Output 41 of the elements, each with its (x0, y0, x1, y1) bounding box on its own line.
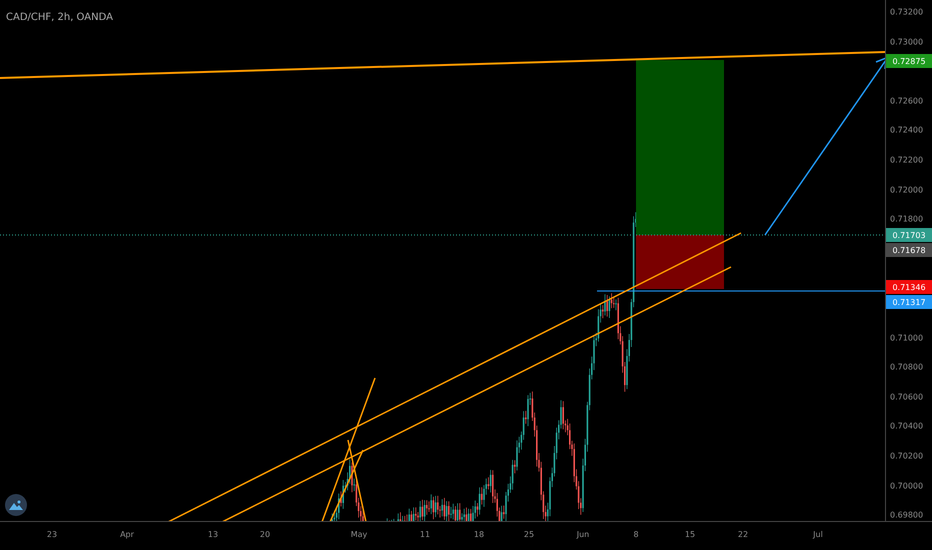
time-tick: 20 (260, 530, 270, 539)
price-label: 0.71678 (886, 243, 932, 257)
price-label: 0.72875 (886, 54, 932, 68)
price-tick: 0.69800 (890, 510, 924, 520)
price-tick: 0.73000 (890, 37, 924, 46)
price-label: 0.71346 (886, 280, 932, 294)
time-tick: Apr (120, 530, 134, 539)
price-tick: 0.70000 (890, 481, 924, 490)
time-tick: 13 (208, 530, 218, 539)
price-tick: 0.73200 (890, 8, 924, 16)
price-tick: 0.72600 (890, 96, 924, 106)
price-tick: 0.70200 (890, 452, 924, 460)
time-tick: 8 (633, 530, 639, 539)
price-tick: 0.70800 (890, 362, 924, 372)
chart-title: CAD/CHF, 2h, OANDA (6, 12, 113, 23)
price-tick: 0.71800 (890, 214, 924, 224)
trend-line[interactable] (168, 232, 742, 521)
time-tick: 18 (474, 530, 484, 539)
price-tick: 0.72200 (890, 156, 924, 164)
price-tick: 0.72400 (890, 126, 924, 135)
trend-line[interactable] (329, 450, 364, 521)
price-tick: 0.70400 (890, 422, 924, 431)
time-tick: 15 (684, 530, 696, 539)
time-tick: 22 (738, 530, 748, 539)
time-tick: Jul (813, 530, 823, 539)
time-tick: 11 (420, 530, 430, 539)
price-label: 0.71317 (886, 295, 932, 309)
trend-line[interactable] (222, 266, 732, 521)
time-tick: 25 (524, 530, 534, 539)
trend-line[interactable] (321, 378, 376, 521)
time-tick: May (350, 530, 368, 539)
time-tick: Jun (576, 530, 590, 539)
price-tick: 0.72000 (890, 185, 924, 194)
price-label: 0.71703 (886, 228, 932, 242)
loss-zone[interactable] (636, 235, 724, 289)
time-tick: 23 (46, 530, 58, 539)
trend-line[interactable] (0, 51, 885, 79)
trend-line[interactable] (347, 440, 367, 521)
logo-icon[interactable] (5, 494, 27, 516)
price-tick: 0.70600 (890, 392, 924, 402)
price-tick: 0.71000 (890, 333, 924, 342)
